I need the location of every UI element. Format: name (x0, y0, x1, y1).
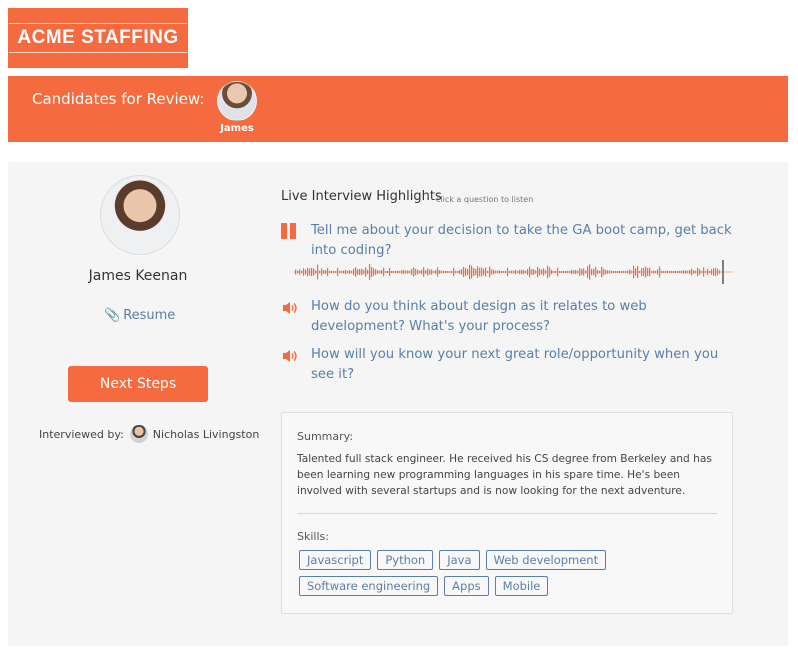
speaker-icon[interactable] (281, 347, 299, 365)
candidate-thumb-name: James (220, 123, 254, 134)
resume-link[interactable]: 📎 Resume (104, 308, 175, 323)
interviewer-name: Nicholas Livingston (152, 427, 260, 441)
skill-tag[interactable]: Javascript (299, 550, 372, 570)
divider (297, 513, 717, 514)
summary-panel: Summary: Talented full stack engineer. H… (281, 412, 733, 614)
interviewer-avatar (129, 425, 148, 443)
question-text[interactable]: How will you know your next great role/o… (311, 345, 736, 385)
speaker-icon[interactable] (281, 299, 299, 317)
candidate-card: James Keenan 📎 Resume Next Steps Intervie… (8, 162, 788, 646)
candidate-thumbnail[interactable]: James (215, 81, 259, 134)
question-text[interactable]: Tell me about your decision to take the … (311, 221, 736, 261)
highlights-title: Live Interview Highlights (281, 189, 442, 204)
candidates-banner: Candidates for Review: James (8, 76, 788, 142)
skill-tag[interactable]: Software engineering (299, 576, 439, 596)
logo-text: ACME STAFFING (9, 23, 187, 53)
pause-icon[interactable] (281, 223, 299, 241)
candidate-avatar[interactable] (217, 81, 257, 121)
paperclip-icon: 📎 (104, 308, 121, 323)
candidate-photo (100, 175, 180, 255)
summary-label: Summary: (297, 430, 354, 443)
skills-list: Javascript Python Java Web development S… (299, 550, 724, 596)
skill-tag[interactable]: Mobile (494, 576, 549, 596)
interviewed-by: Interviewed by: Nicholas Livingston (39, 425, 259, 443)
skill-tag[interactable]: Web development (485, 550, 607, 570)
summary-text: Talented full stack engineer. He receive… (297, 453, 712, 497)
question-text[interactable]: How do you think about design as it rela… (311, 297, 736, 337)
skill-tag[interactable]: Apps (444, 576, 489, 596)
acme-staffing-logo[interactable]: ACME STAFFING (8, 8, 188, 68)
audio-waveform[interactable] (293, 259, 733, 285)
interviewed-by-label: Interviewed by: (39, 427, 124, 441)
skills-label: Skills: (297, 530, 329, 543)
skill-tag[interactable]: Java (439, 550, 480, 570)
candidate-name: James Keenan (88, 268, 188, 284)
question-item[interactable]: How do you think about design as it rela… (281, 297, 741, 337)
banner-title: Candidates for Review: (32, 90, 205, 108)
question-item[interactable]: Tell me about your decision to take the … (281, 221, 741, 261)
highlights-hint: click a question to listen (436, 195, 534, 204)
skill-tag[interactable]: Python (377, 550, 434, 570)
next-steps-button[interactable]: Next Steps (68, 366, 208, 402)
question-item[interactable]: How will you know your next great role/o… (281, 345, 741, 385)
resume-label: Resume (123, 308, 176, 323)
